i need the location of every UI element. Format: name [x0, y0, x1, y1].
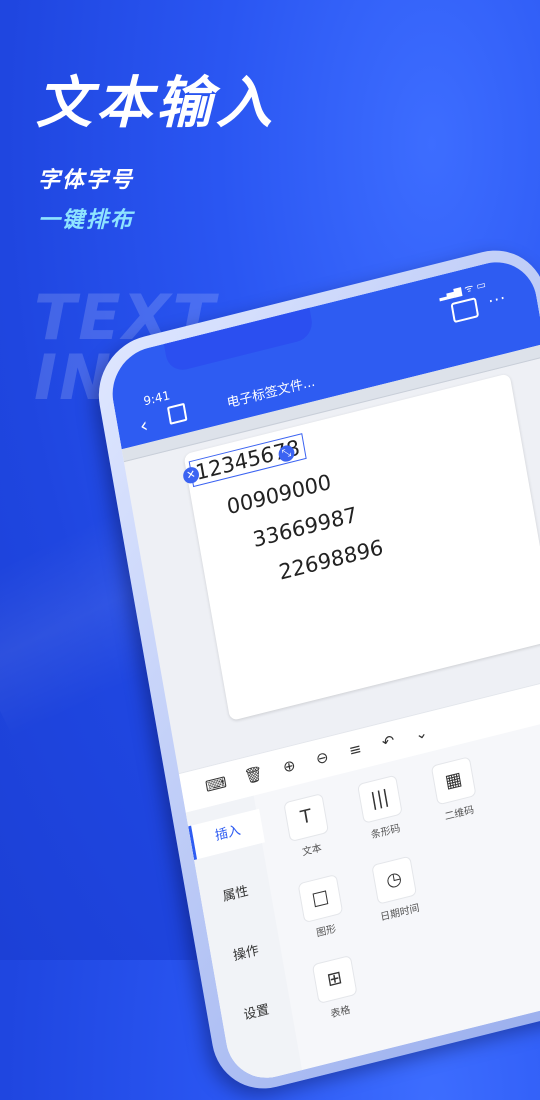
label-text-4[interactable]: 22698896: [277, 535, 385, 585]
status-time: 9:41: [142, 388, 172, 409]
barcode-icon: |||: [357, 774, 403, 824]
tab-properties[interactable]: 属性: [200, 875, 271, 911]
keyboard-icon[interactable]: ⌨: [204, 773, 228, 796]
tile-label: 日期时间: [379, 902, 421, 924]
phone-screen: 9:41 ▂▄▆ ᯤ ▭ ‹ 电子标签文件... ··· 12345678 ✕ …: [105, 252, 540, 1088]
subtitle-layout: 一键排布: [38, 208, 135, 233]
tab-settings[interactable]: 设置: [221, 993, 292, 1029]
chevron-down-icon[interactable]: ⌄: [414, 723, 429, 744]
tile-label: 文本: [301, 842, 323, 859]
more-icon[interactable]: ···: [487, 288, 508, 311]
subtitle-font: 字体字号: [38, 168, 135, 193]
tile-label: 图形: [315, 923, 337, 940]
tile-datetime[interactable]: ◷ 日期时间: [356, 852, 436, 928]
tile-label: 条形码: [370, 823, 402, 842]
tab-operations[interactable]: 操作: [210, 934, 281, 970]
datetime-icon: ◷: [371, 855, 418, 905]
phone-mockup: 9:41 ▂▄▆ ᯤ ▭ ‹ 电子标签文件... ··· 12345678 ✕ …: [90, 238, 540, 1100]
tile-qrcode[interactable]: ▦ 二维码: [415, 752, 495, 828]
tile-label: 二维码: [443, 804, 475, 823]
qrcode-icon: ▦: [430, 756, 477, 806]
undo-icon[interactable]: ↶: [381, 731, 396, 752]
zoom-in-icon[interactable]: ⊕: [282, 756, 297, 777]
zoom-out-icon[interactable]: ⊖: [315, 748, 330, 769]
shape-icon: □: [297, 873, 344, 924]
tile-barcode[interactable]: ||| 条形码: [341, 771, 421, 847]
tile-shape[interactable]: □ 图形: [282, 870, 362, 946]
table-icon: ⊞: [311, 954, 358, 1005]
tile-label: 表格: [329, 1004, 352, 1021]
align-icon[interactable]: ≡: [348, 739, 363, 760]
save-icon[interactable]: [166, 402, 188, 425]
headline: 文本输入: [36, 71, 276, 136]
tab-insert[interactable]: 插入: [188, 808, 265, 860]
status-icons: ▂▄▆ ᯤ ▭: [438, 279, 487, 302]
print-icon[interactable]: [450, 297, 480, 324]
delete-icon[interactable]: 🗑: [243, 764, 265, 786]
back-icon[interactable]: ‹: [138, 412, 150, 438]
tile-text[interactable]: T 文本: [268, 789, 348, 865]
tile-table[interactable]: ⊞ 表格: [296, 951, 376, 1027]
text-icon: T: [283, 793, 330, 843]
